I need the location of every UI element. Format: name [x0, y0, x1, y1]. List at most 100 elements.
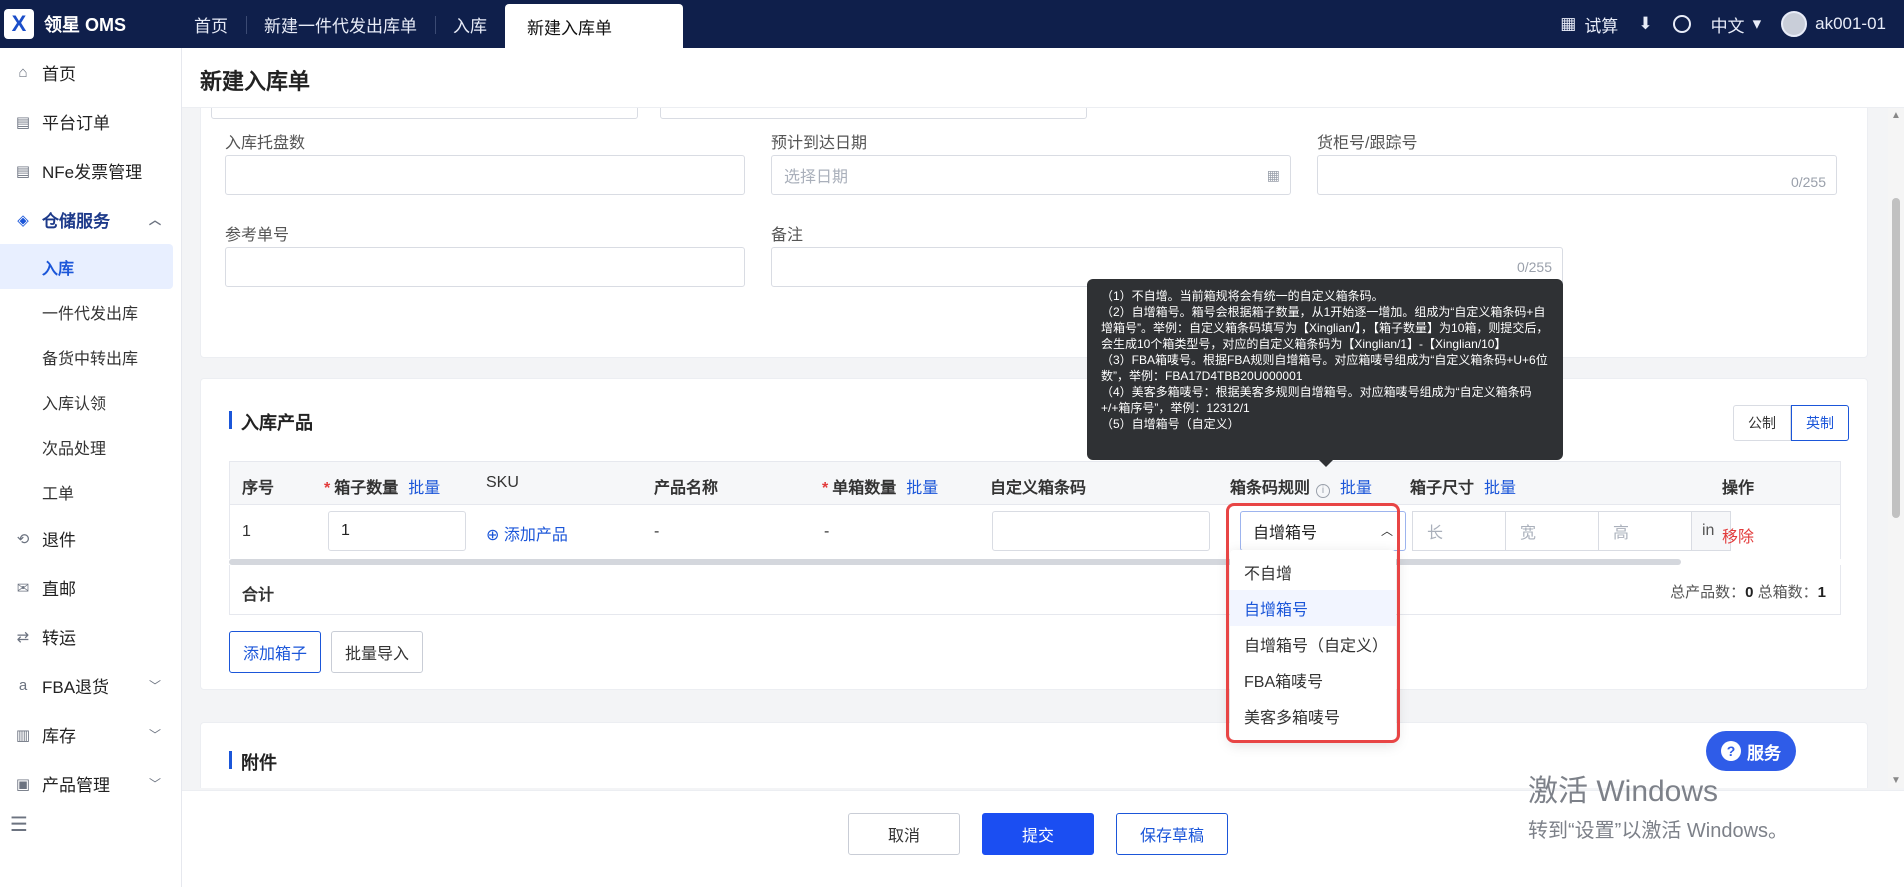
batch-box-qty-link[interactable]: 批量 — [408, 480, 440, 497]
box-height-input[interactable]: 高 — [1598, 511, 1692, 551]
submit-button[interactable]: 提交 — [982, 813, 1094, 855]
topbar-actions: ▦ 试算 ⬇ 中文 ▾ ak001-01 — [1560, 0, 1886, 48]
unit-imperial-button[interactable]: 英制 — [1791, 405, 1849, 441]
field-top-partial-1[interactable] — [211, 108, 638, 119]
sidebar-item-label: 平台订单 — [42, 114, 110, 133]
sidebar-item-platform-orders[interactable]: ▤ 平台订单 — [0, 97, 181, 146]
remove-row-link[interactable]: 移除 — [1722, 523, 1754, 547]
sidebar-item-label: 退件 — [42, 531, 76, 550]
sidebar-item-label: 库存 — [42, 727, 76, 746]
sidebar-subitem-inbound[interactable]: 入库 — [0, 244, 173, 289]
page-vertical-scrollbar[interactable]: ▲ ▼ — [1888, 108, 1904, 788]
windows-activation-watermark: 激活 Windows 转到“设置”以激活 Windows。 — [1528, 766, 1788, 843]
scroll-down-icon[interactable]: ▼ — [1891, 775, 1901, 786]
eta-date-picker[interactable]: 选择日期 ▦ — [771, 155, 1291, 195]
total-label: 合计 — [242, 587, 275, 604]
sidebar-item-label: 转运 — [42, 629, 76, 648]
add-box-button[interactable]: 添加箱子 — [229, 631, 321, 673]
add-product-link[interactable]: ⊕ 添加产品 — [486, 521, 568, 545]
download-icon: ⬇ — [1638, 14, 1653, 33]
barcode-rule-tooltip: （1）不自增。当前箱规将会有统一的自定义箱条码。 （2）自增箱号。箱号会根据箱子… — [1087, 279, 1563, 467]
sidebar-subitem-work-order[interactable]: 工单 — [0, 469, 181, 514]
tooltip-line: （4）美客多箱唛号：根据美客多规则自增箱号。对应箱唛号组成为“自定义箱条码+/+… — [1101, 385, 1532, 415]
container-tracking-input[interactable]: 0/255 — [1317, 155, 1837, 195]
language-label: 中文 — [1710, 16, 1745, 36]
tab-new-inbound-order[interactable]: 新建入库单 — [505, 4, 683, 48]
unit-toggle: 公制 英制 — [1733, 405, 1849, 441]
sidebar-item-product-mgmt[interactable]: ▣ 产品管理 ﹀ — [0, 759, 181, 808]
unit-metric-button[interactable]: 公制 — [1733, 405, 1791, 441]
dropdown-option-mercado-mark[interactable]: 美客多箱唛号 — [1230, 698, 1396, 734]
sidebar-item-transfer[interactable]: ⇄ 转运 — [0, 612, 181, 661]
batch-per-box-link[interactable]: 批量 — [906, 480, 938, 497]
clipboard-icon: ▤ — [15, 162, 31, 180]
sidebar-subitem-transfer-outbound[interactable]: 备货中转出库 — [0, 334, 181, 379]
container-label: 货柜号/跟踪号 — [1317, 135, 1418, 152]
dropdown-option-no-increment[interactable]: 不自增 — [1230, 554, 1396, 590]
tab-new-dropship-order[interactable]: 新建一件代发出库单 — [246, 0, 435, 48]
chevron-down-icon: ﹀ — [148, 728, 161, 742]
calculator-icon: ▦ — [1560, 14, 1577, 33]
collapse-menu-icon[interactable]: ☰ — [10, 812, 28, 837]
sidebar-item-warehouse-services[interactable]: ◈ 仓储服务 ︿ — [0, 195, 181, 244]
dropdown-option-fba-mark[interactable]: FBA箱唛号 — [1230, 662, 1396, 698]
total-boxes-value: 1 — [1817, 584, 1826, 601]
settings-button[interactable] — [1672, 15, 1691, 33]
sidebar-item-fba-returns[interactable]: a FBA退货 ﹀ — [0, 661, 181, 710]
sidebar-subitem-inbound-claim[interactable]: 入库认领 — [0, 379, 181, 424]
box-width-input[interactable]: 宽 — [1505, 511, 1599, 551]
reference-number-input[interactable] — [225, 247, 745, 287]
sidebar-subitem-dropship-outbound[interactable]: 一件代发出库 — [0, 289, 181, 334]
return-icon: ⟲ — [16, 530, 30, 548]
info-icon[interactable]: i — [1316, 484, 1331, 498]
batch-barcode-rule-link[interactable]: 批量 — [1340, 480, 1372, 497]
height-placeholder: 高 — [1613, 525, 1630, 542]
activation-title: 激活 Windows — [1528, 775, 1719, 808]
service-button[interactable]: ? 服务 — [1706, 731, 1796, 771]
col-box-qty-label: 箱子数量 — [334, 480, 399, 497]
pallet-count-input[interactable] — [225, 155, 745, 195]
page-title: 新建入库单 — [200, 69, 311, 94]
barcode-rule-select[interactable]: 自增箱号 ︿ — [1240, 511, 1406, 551]
field-top-partial-2[interactable] — [660, 108, 1087, 119]
chevron-down-icon: ﹀ — [148, 679, 161, 693]
length-placeholder: 长 — [1427, 525, 1444, 542]
attachments-section-title: 附件 — [229, 749, 277, 775]
scroll-up-icon[interactable]: ▲ — [1891, 110, 1901, 121]
amazon-icon: a — [18, 677, 28, 694]
tab-home[interactable]: 首页 — [176, 0, 246, 48]
cancel-button[interactable]: 取消 — [848, 813, 960, 855]
sidebar-item-direct-mail[interactable]: ✉ 直邮 — [0, 563, 181, 612]
custom-barcode-input[interactable] — [992, 511, 1210, 551]
box-qty-input[interactable]: 1 — [328, 511, 466, 551]
user-menu[interactable]: ak001-01 — [1781, 11, 1886, 37]
batch-box-size-link[interactable]: 批量 — [1484, 480, 1516, 497]
col-custom-barcode: 自定义箱条码 — [990, 480, 1087, 497]
sidebar-item-nfe-invoice[interactable]: ▤ NFe发票管理 — [0, 146, 181, 195]
app-logo[interactable]: X 领星 OMS — [0, 0, 126, 48]
scrollbar-thumb[interactable] — [1892, 198, 1900, 518]
total-products-value: 0 — [1745, 584, 1754, 601]
sidebar-item-home[interactable]: ⌂ 首页 — [0, 48, 181, 97]
trial-calc-button[interactable]: ▦ 试算 — [1560, 12, 1618, 37]
download-button[interactable]: ⬇ — [1638, 14, 1652, 34]
box-length-input[interactable]: 长 — [1412, 511, 1506, 551]
dropdown-option-auto-increment-custom[interactable]: 自增箱号（自定义） — [1230, 626, 1396, 662]
tooltip-line: （2）自增箱号。箱号会根据箱子数量，从1开始逐一增加。组成为“自定义箱条码+自增… — [1101, 305, 1549, 351]
tab-inbound[interactable]: 入库 — [435, 0, 505, 48]
tooltip-line: （3）FBA箱唛号。根据FBA规则自增箱号。对应箱唛号组成为“自定义箱条码+U+… — [1101, 353, 1548, 383]
batch-import-button[interactable]: 批量导入 — [331, 631, 423, 673]
home-icon: ⌂ — [18, 64, 28, 81]
chevron-down-icon: ﹀ — [148, 777, 161, 791]
dropdown-option-auto-increment[interactable]: 自增箱号 — [1230, 590, 1396, 626]
main-content: 入库托盘数 预计到达日期 选择日期 ▦ 货柜号/跟踪号 0/255 参考单号 备… — [182, 108, 1886, 788]
avatar — [1781, 11, 1808, 37]
language-select[interactable]: 中文 ▾ — [1711, 12, 1762, 37]
caret-down-icon: ▾ — [1752, 14, 1762, 33]
sidebar-item-returns[interactable]: ⟲ 退件 — [0, 514, 181, 563]
sidebar-item-stock[interactable]: ▥ 库存 ﹀ — [0, 710, 181, 759]
sidebar-subitem-defective[interactable]: 次品处理 — [0, 424, 181, 469]
totals-summary: 总产品数：0 总箱数：1 — [1670, 581, 1826, 602]
stock-icon: ▥ — [15, 726, 31, 744]
save-draft-button[interactable]: 保存草稿 — [1116, 813, 1228, 855]
